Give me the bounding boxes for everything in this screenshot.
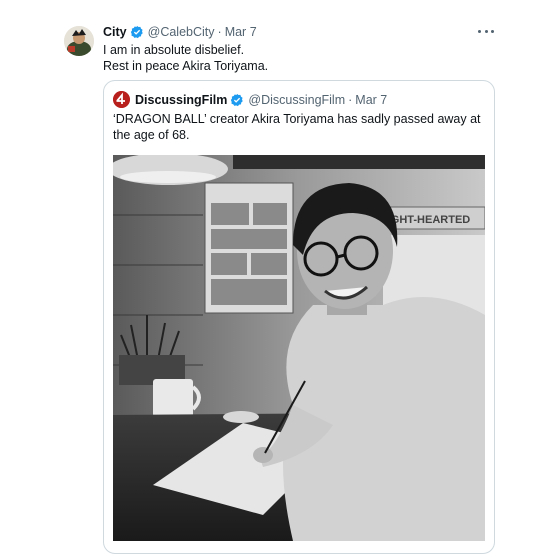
tweet-header: City @CalebCity · Mar 7 — [103, 25, 257, 39]
quoted-tweet-date[interactable]: Mar 7 — [355, 93, 387, 107]
quoted-display-name[interactable]: DiscussingFilm — [135, 93, 227, 107]
more-options-icon[interactable] — [478, 24, 494, 38]
quoted-tweet-text: ‘DRAGON BALL’ creator Akira Toriyama has… — [113, 112, 481, 142]
verified-badge-icon — [130, 25, 144, 39]
tweet-text-line: I am in absolute disbelief. — [103, 43, 245, 57]
tweet: City @CalebCity · Mar 7 I am in absolute… — [0, 0, 560, 560]
quoted-tweet-header: DiscussingFilm @DiscussingFilm · Mar 7 — [113, 91, 387, 108]
separator-dot: · — [217, 25, 222, 39]
discussingfilm-logo-icon — [113, 91, 130, 108]
separator-dot: · — [348, 92, 353, 107]
tweet-text: I am in absolute disbelief. Rest in peac… — [103, 42, 483, 74]
user-handle[interactable]: @CalebCity — [148, 25, 215, 39]
tweet-date[interactable]: Mar 7 — [225, 25, 257, 39]
quoted-user-handle[interactable]: @DiscussingFilm — [248, 93, 345, 107]
user-avatar[interactable] — [64, 26, 94, 56]
display-name[interactable]: City — [103, 25, 127, 39]
quoted-tweet-photo[interactable]: LIGHT-HEARTED — [113, 155, 485, 541]
quoted-tweet[interactable]: DiscussingFilm @DiscussingFilm · Mar 7 ‘… — [103, 80, 495, 554]
tweet-text-line: Rest in peace Akira Toriyama. — [103, 59, 269, 73]
verified-badge-icon — [230, 93, 244, 107]
